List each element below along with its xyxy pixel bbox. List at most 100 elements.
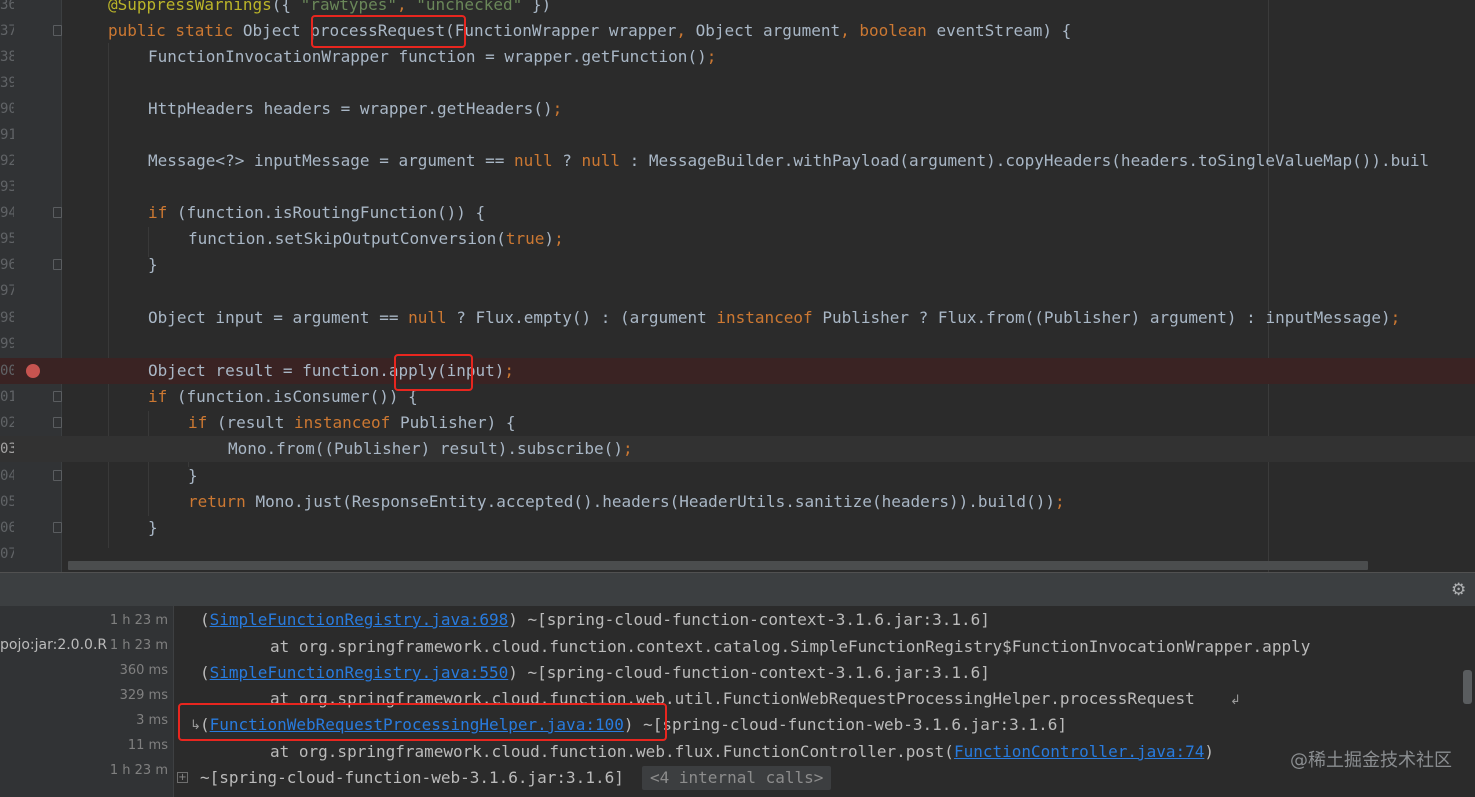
code-line[interactable]: 97: [0, 278, 1475, 304]
code-token: ;: [1390, 308, 1401, 327]
code-text: }: [188, 466, 198, 486]
code-token: ;: [552, 99, 563, 118]
duration-label: 1 h 23 m: [109, 638, 168, 653]
code-line[interactable]: 37 public static Object processRequest(F…: [0, 18, 1475, 44]
run-tree[interactable]: pojo:jar:2.0.0.R 1 h 23 m 1 h 23 m 360 m…: [0, 606, 173, 797]
code-line[interactable]: 95 function.setSkipOutputConversion(true…: [0, 226, 1475, 252]
code-text: Object input = argument == null ? Flux.e…: [148, 308, 1400, 328]
code-token: ;: [504, 361, 515, 380]
code-token: ,: [397, 0, 417, 14]
code-token: null: [581, 151, 630, 170]
panel-divider[interactable]: [173, 606, 174, 797]
code-text: }: [148, 518, 158, 538]
internal-calls-badge[interactable]: <4 internal calls>: [642, 766, 832, 790]
code-line[interactable]: 91: [0, 122, 1475, 148]
code-line[interactable]: 02 if (result instanceof Publisher) {: [0, 410, 1475, 436]
code-token: }: [148, 255, 158, 274]
code-token: (function.isRoutingFunction()) {: [176, 203, 486, 222]
code-text: @SuppressWarnings({ "rawtypes", "uncheck…: [108, 0, 551, 15]
code-line[interactable]: 39: [0, 70, 1475, 96]
code-token: ~[spring-cloud-function-web-3.1.6.jar:3.…: [200, 768, 624, 787]
code-token: FunctionInvocationWrapper function = wra…: [148, 47, 707, 66]
code-text: HttpHeaders headers = wrapper.getHeaders…: [148, 99, 562, 119]
code-line[interactable]: 90 HttpHeaders headers = wrapper.getHead…: [0, 96, 1475, 122]
code-token: ,: [676, 21, 696, 40]
watermark: @稀土掘金技术社区: [1290, 750, 1452, 771]
code-token: Mono.just(ResponseEntity.accepted().head…: [255, 492, 1055, 511]
code-text: Mono.from((Publisher) result).subscribe(…: [228, 439, 633, 459]
fold-marker-icon[interactable]: [53, 25, 62, 36]
highlight-box: [394, 354, 473, 391]
code-line[interactable]: 98 Object input = argument == null ? Flu…: [0, 305, 1475, 331]
code-token: Publisher ? Flux.from((Publisher) argume…: [822, 308, 1391, 327]
vertical-scrollbar[interactable]: [1463, 670, 1472, 704]
code-token: (result: [216, 413, 294, 432]
code-token: (: [200, 610, 210, 629]
code-token: instanceof: [716, 308, 823, 327]
line-number: 07: [0, 546, 14, 562]
line-number: 04: [0, 468, 14, 484]
code-token: ) ~[spring-cloud-function-web-3.1.6.jar:…: [623, 715, 1067, 734]
code-token: ({: [271, 0, 301, 14]
code-line[interactable]: 06 }: [0, 515, 1475, 541]
code-token: if: [148, 203, 177, 222]
plus-box-icon[interactable]: +: [177, 772, 188, 783]
line-number: 96: [0, 257, 14, 273]
code-token: (: [200, 663, 210, 682]
duration-label: 1 h 23 m: [109, 763, 168, 778]
breakpoint-icon[interactable]: [26, 364, 40, 378]
duration-label: 329 ms: [119, 688, 168, 703]
code-line[interactable]: 38 FunctionInvocationWrapper function = …: [0, 44, 1475, 70]
gear-icon[interactable]: ⚙: [1451, 582, 1466, 599]
fold-marker-icon[interactable]: [53, 207, 62, 218]
code-token: ;: [706, 47, 717, 66]
code-token: HttpHeaders headers = wrapper.getHeaders…: [148, 99, 553, 118]
code-line[interactable]: 92 Message<?> inputMessage = argument ==…: [0, 148, 1475, 174]
code-token: ) ~[spring-cloud-function-context-3.1.6.…: [508, 610, 990, 629]
code-token: ) ~[spring-cloud-function-context-3.1.6.…: [508, 663, 990, 682]
code-line[interactable]: 99: [0, 331, 1475, 357]
log-line: at org.springframework.cloud.function.co…: [270, 637, 1310, 657]
code-text: function.setSkipOutputConversion(true);: [188, 229, 564, 249]
code-line[interactable]: 05 return Mono.just(ResponseEntity.accep…: [0, 489, 1475, 515]
code-line[interactable]: 36 @SuppressWarnings({ "rawtypes", "unch…: [0, 0, 1475, 18]
code-text: }: [148, 255, 158, 275]
horizontal-scrollbar[interactable]: [68, 561, 1368, 570]
fold-marker-icon[interactable]: [53, 470, 62, 481]
code-token: Mono.from((Publisher) result).subscribe(…: [228, 439, 623, 458]
code-line[interactable]: 94 if (function.isRoutingFunction()) {: [0, 200, 1475, 226]
line-number: 93: [0, 179, 14, 195]
fold-marker-icon[interactable]: [53, 259, 62, 270]
code-token: true: [505, 229, 545, 248]
soft-wrap-icon: ↲: [1230, 693, 1241, 708]
code-token: eventStream) {: [936, 21, 1072, 40]
fold-marker-icon[interactable]: [53, 522, 62, 533]
fold-marker-icon[interactable]: [53, 417, 62, 428]
line-number: 05: [0, 494, 14, 510]
line-number: 03: [0, 441, 14, 457]
code-token: if: [148, 387, 177, 406]
code-token: (function.isConsumer()) {: [176, 387, 418, 406]
line-number: 39: [0, 75, 14, 91]
code-editor[interactable]: 36 @SuppressWarnings({ "rawtypes", "unch…: [0, 0, 1475, 572]
line-number: 99: [0, 336, 14, 352]
log-line: (SimpleFunctionRegistry.java:550) ~[spri…: [200, 663, 990, 683]
source-link[interactable]: FunctionController.java:74: [954, 742, 1204, 761]
run-config-label[interactable]: pojo:jar:2.0.0.R: [0, 637, 107, 653]
code-text: return Mono.just(ResponseEntity.accepted…: [188, 492, 1065, 512]
breakpoint-line[interactable]: 00 Object result = function.apply(input)…: [0, 358, 1475, 384]
current-line[interactable]: 03 Mono.from((Publisher) result).subscri…: [0, 436, 1475, 462]
code-token: public static: [108, 21, 243, 40]
code-token: Object argument: [695, 21, 841, 40]
line-number: 97: [0, 283, 14, 299]
code-line[interactable]: 01 if (function.isConsumer()) {: [0, 384, 1475, 410]
source-link[interactable]: SimpleFunctionRegistry.java:550: [210, 663, 509, 682]
code-token: }): [522, 0, 552, 14]
source-link[interactable]: SimpleFunctionRegistry.java:698: [210, 610, 509, 629]
code-line[interactable]: 04 }: [0, 463, 1475, 489]
fold-marker-icon[interactable]: [53, 391, 62, 402]
code-line[interactable]: 93: [0, 174, 1475, 200]
code-line[interactable]: 96 }: [0, 252, 1475, 278]
code-text: Message<?> inputMessage = argument == nu…: [148, 151, 1429, 171]
duration-label: 1 h 23 m: [109, 613, 168, 628]
